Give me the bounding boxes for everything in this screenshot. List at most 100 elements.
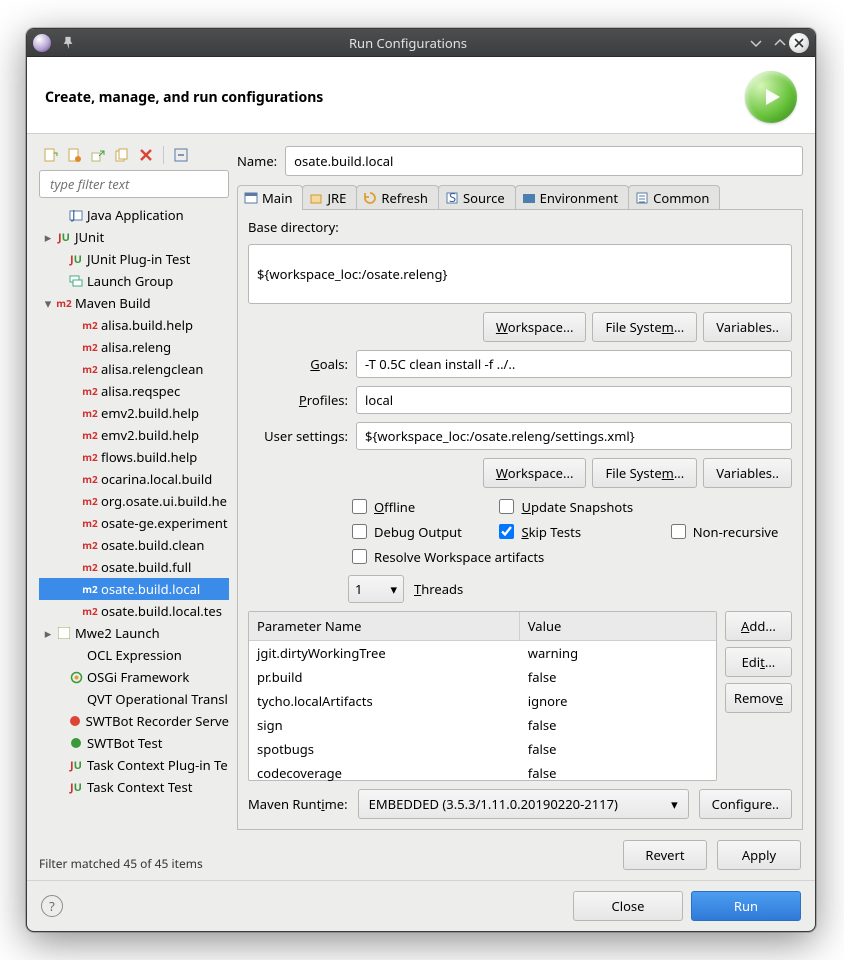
run-configurations-window: Run Configurations Create, manage, and r… (26, 28, 816, 932)
tree-item-maven-child[interactable]: m2alisa.relengclean (39, 358, 229, 380)
filter-box[interactable] (39, 170, 229, 198)
tree-item-qvt[interactable]: QVT Operational Transl (39, 688, 229, 710)
tab-common[interactable]: Common (628, 185, 720, 210)
run-icon (745, 71, 797, 123)
name-input[interactable] (285, 146, 803, 176)
close-icon[interactable] (789, 33, 809, 53)
tree-item-maven-child[interactable]: m2alisa.reqspec (39, 380, 229, 402)
workspace-button[interactable]: Workspace... (483, 312, 587, 342)
close-button[interactable]: Close (573, 891, 683, 921)
threads-spinner[interactable]: 1▾ (348, 575, 404, 603)
table-row[interactable]: jgit.dirtyWorkingTreewarning (249, 641, 716, 665)
update-snapshots-checkbox[interactable]: Update Snapshots (495, 496, 646, 517)
usersettings-input[interactable] (356, 422, 792, 450)
table-row[interactable]: codecoveragefalse (249, 761, 716, 785)
tree-item-osgi[interactable]: OSGi Framework (39, 666, 229, 688)
duplicate-icon[interactable] (113, 146, 131, 164)
tree-item-maven-build[interactable]: ▾m2Maven Build (39, 292, 229, 314)
tree-item-maven-child[interactable]: m2emv2.build.help (39, 402, 229, 424)
basedir-input[interactable] (248, 244, 792, 304)
tree-item-swtbot-recorder[interactable]: SWTBot Recorder Serve (39, 710, 229, 732)
svg-text:S: S (449, 191, 456, 205)
table-row[interactable]: signfalse (249, 713, 716, 737)
tab-bar: Main JRE Refresh SSource Environment Com… (237, 184, 803, 210)
tree-item-maven-child[interactable]: m2alisa.releng (39, 336, 229, 358)
tree-item-maven-child[interactable]: m2osate.build.clean (39, 534, 229, 556)
variables-button-2[interactable]: Variables.. (703, 458, 792, 488)
debug-output-checkbox[interactable]: Debug Output (348, 521, 475, 542)
titlebar: Run Configurations (27, 29, 815, 57)
tree-item-task-plugin[interactable]: JUTask Context Plug-in Te (39, 754, 229, 776)
profiles-input[interactable] (356, 386, 792, 414)
collapse-all-icon[interactable] (172, 146, 190, 164)
delete-icon[interactable] (137, 146, 155, 164)
dialog-footer: ? Close Run (27, 880, 815, 931)
offline-checkbox[interactable]: Offline (348, 496, 475, 517)
goals-input[interactable] (356, 350, 792, 378)
skip-tests-checkbox[interactable]: Skip Tests (495, 521, 646, 542)
config-toolbar (39, 144, 229, 170)
tree-item-launch-group[interactable]: Launch Group (39, 270, 229, 292)
usersettings-label: User settings: (248, 427, 348, 445)
pin-icon[interactable] (61, 36, 75, 50)
tab-environment[interactable]: Environment (515, 185, 629, 210)
tree-item-junit-plugin[interactable]: JUJUnit Plug-in Test (39, 248, 229, 270)
workspace-button-2[interactable]: Workspace... (483, 458, 587, 488)
minimize-icon[interactable] (747, 34, 765, 52)
tab-main[interactable]: Main (237, 185, 303, 210)
variables-button[interactable]: Variables.. (703, 312, 792, 342)
tree-item-maven-child[interactable]: m2emv2.build.help (39, 424, 229, 446)
tree-item-maven-child[interactable]: m2osate-ge.experiment (39, 512, 229, 534)
tree-item-maven-child[interactable]: m2flows.build.help (39, 446, 229, 468)
main-tab-pane: Base directory: Workspace... File System… (237, 210, 803, 830)
tree-item-maven-child[interactable]: m2alisa.build.help (39, 314, 229, 336)
tree-item-ocl[interactable]: OCL Expression (39, 644, 229, 666)
new-config-icon[interactable] (41, 146, 59, 164)
tree-item-mwe2[interactable]: ▸Mwe2 Launch (39, 622, 229, 644)
parameters-table[interactable]: Parameter NameValue jgit.dirtyWorkingTre… (248, 611, 717, 781)
tab-jre[interactable]: JRE (302, 185, 357, 210)
tree-item-swtbot-test[interactable]: SWTBot Test (39, 732, 229, 754)
chevron-down-icon: ▾ (390, 580, 397, 598)
add-parameter-button[interactable]: Add... (725, 611, 792, 641)
filesystem-button[interactable]: File System... (592, 312, 697, 342)
window-title: Run Configurations (75, 34, 741, 52)
filesystem-button-2[interactable]: File System... (592, 458, 697, 488)
tree-item-junit[interactable]: ▸JUJUnit (39, 226, 229, 248)
tree-item-maven-child[interactable]: m2osate.build.local.tes (39, 600, 229, 622)
maximize-icon[interactable] (771, 34, 789, 52)
revert-button[interactable]: Revert (623, 840, 707, 870)
export-icon[interactable] (89, 146, 107, 164)
tree-item-task-test[interactable]: JUTask Context Test (39, 776, 229, 798)
name-label: Name: (237, 152, 277, 170)
tree-item-maven-child[interactable]: m2osate.build.local (39, 578, 229, 600)
filter-input[interactable] (48, 174, 220, 194)
tab-source[interactable]: SSource (438, 185, 516, 210)
checkbox-group: Offline Update Snapshots Debug Output Sk… (348, 496, 792, 567)
tree-item-maven-child[interactable]: m2osate.build.full (39, 556, 229, 578)
resolve-workspace-checkbox[interactable]: Resolve Workspace artifacts (348, 546, 792, 567)
tab-refresh[interactable]: Refresh (356, 185, 439, 210)
run-button[interactable]: Run (691, 891, 801, 921)
help-icon[interactable]: ? (41, 895, 63, 917)
tree-item-maven-child[interactable]: m2ocarina.local.build (39, 468, 229, 490)
remove-parameter-button[interactable]: Remove (725, 683, 792, 713)
new-prototype-icon[interactable] (65, 146, 83, 164)
dialog-title: Create, manage, and run configurations (45, 88, 745, 107)
configure-button[interactable]: Configure.. (699, 789, 792, 819)
non-recursive-checkbox[interactable]: Non-recursive (667, 521, 792, 542)
table-row[interactable]: spotbugsfalse (249, 737, 716, 761)
content: JJava Application ▸JUJUnit JUJUnit Plug-… (27, 134, 815, 880)
basedir-label: Base directory: (248, 218, 792, 236)
edit-parameter-button[interactable]: Edit... (725, 647, 792, 677)
right-pane: Name: Main JRE Refresh SSource Environme… (237, 144, 803, 872)
config-tree[interactable]: JJava Application ▸JUJUnit JUJUnit Plug-… (39, 204, 229, 851)
tree-item-java-application[interactable]: JJava Application (39, 204, 229, 226)
table-row[interactable]: pr.buildfalse (249, 665, 716, 689)
param-value-header: Value (520, 612, 716, 640)
runtime-select[interactable]: EMBEDDED (3.5.3/1.11.0.20190220-2117)▾ (358, 789, 689, 819)
tree-item-maven-child[interactable]: m2org.osate.ui.build.he (39, 490, 229, 512)
apply-button[interactable]: Apply (717, 840, 801, 870)
goals-label: Goals: (248, 355, 348, 373)
table-row[interactable]: tycho.localArtifactsignore (249, 689, 716, 713)
